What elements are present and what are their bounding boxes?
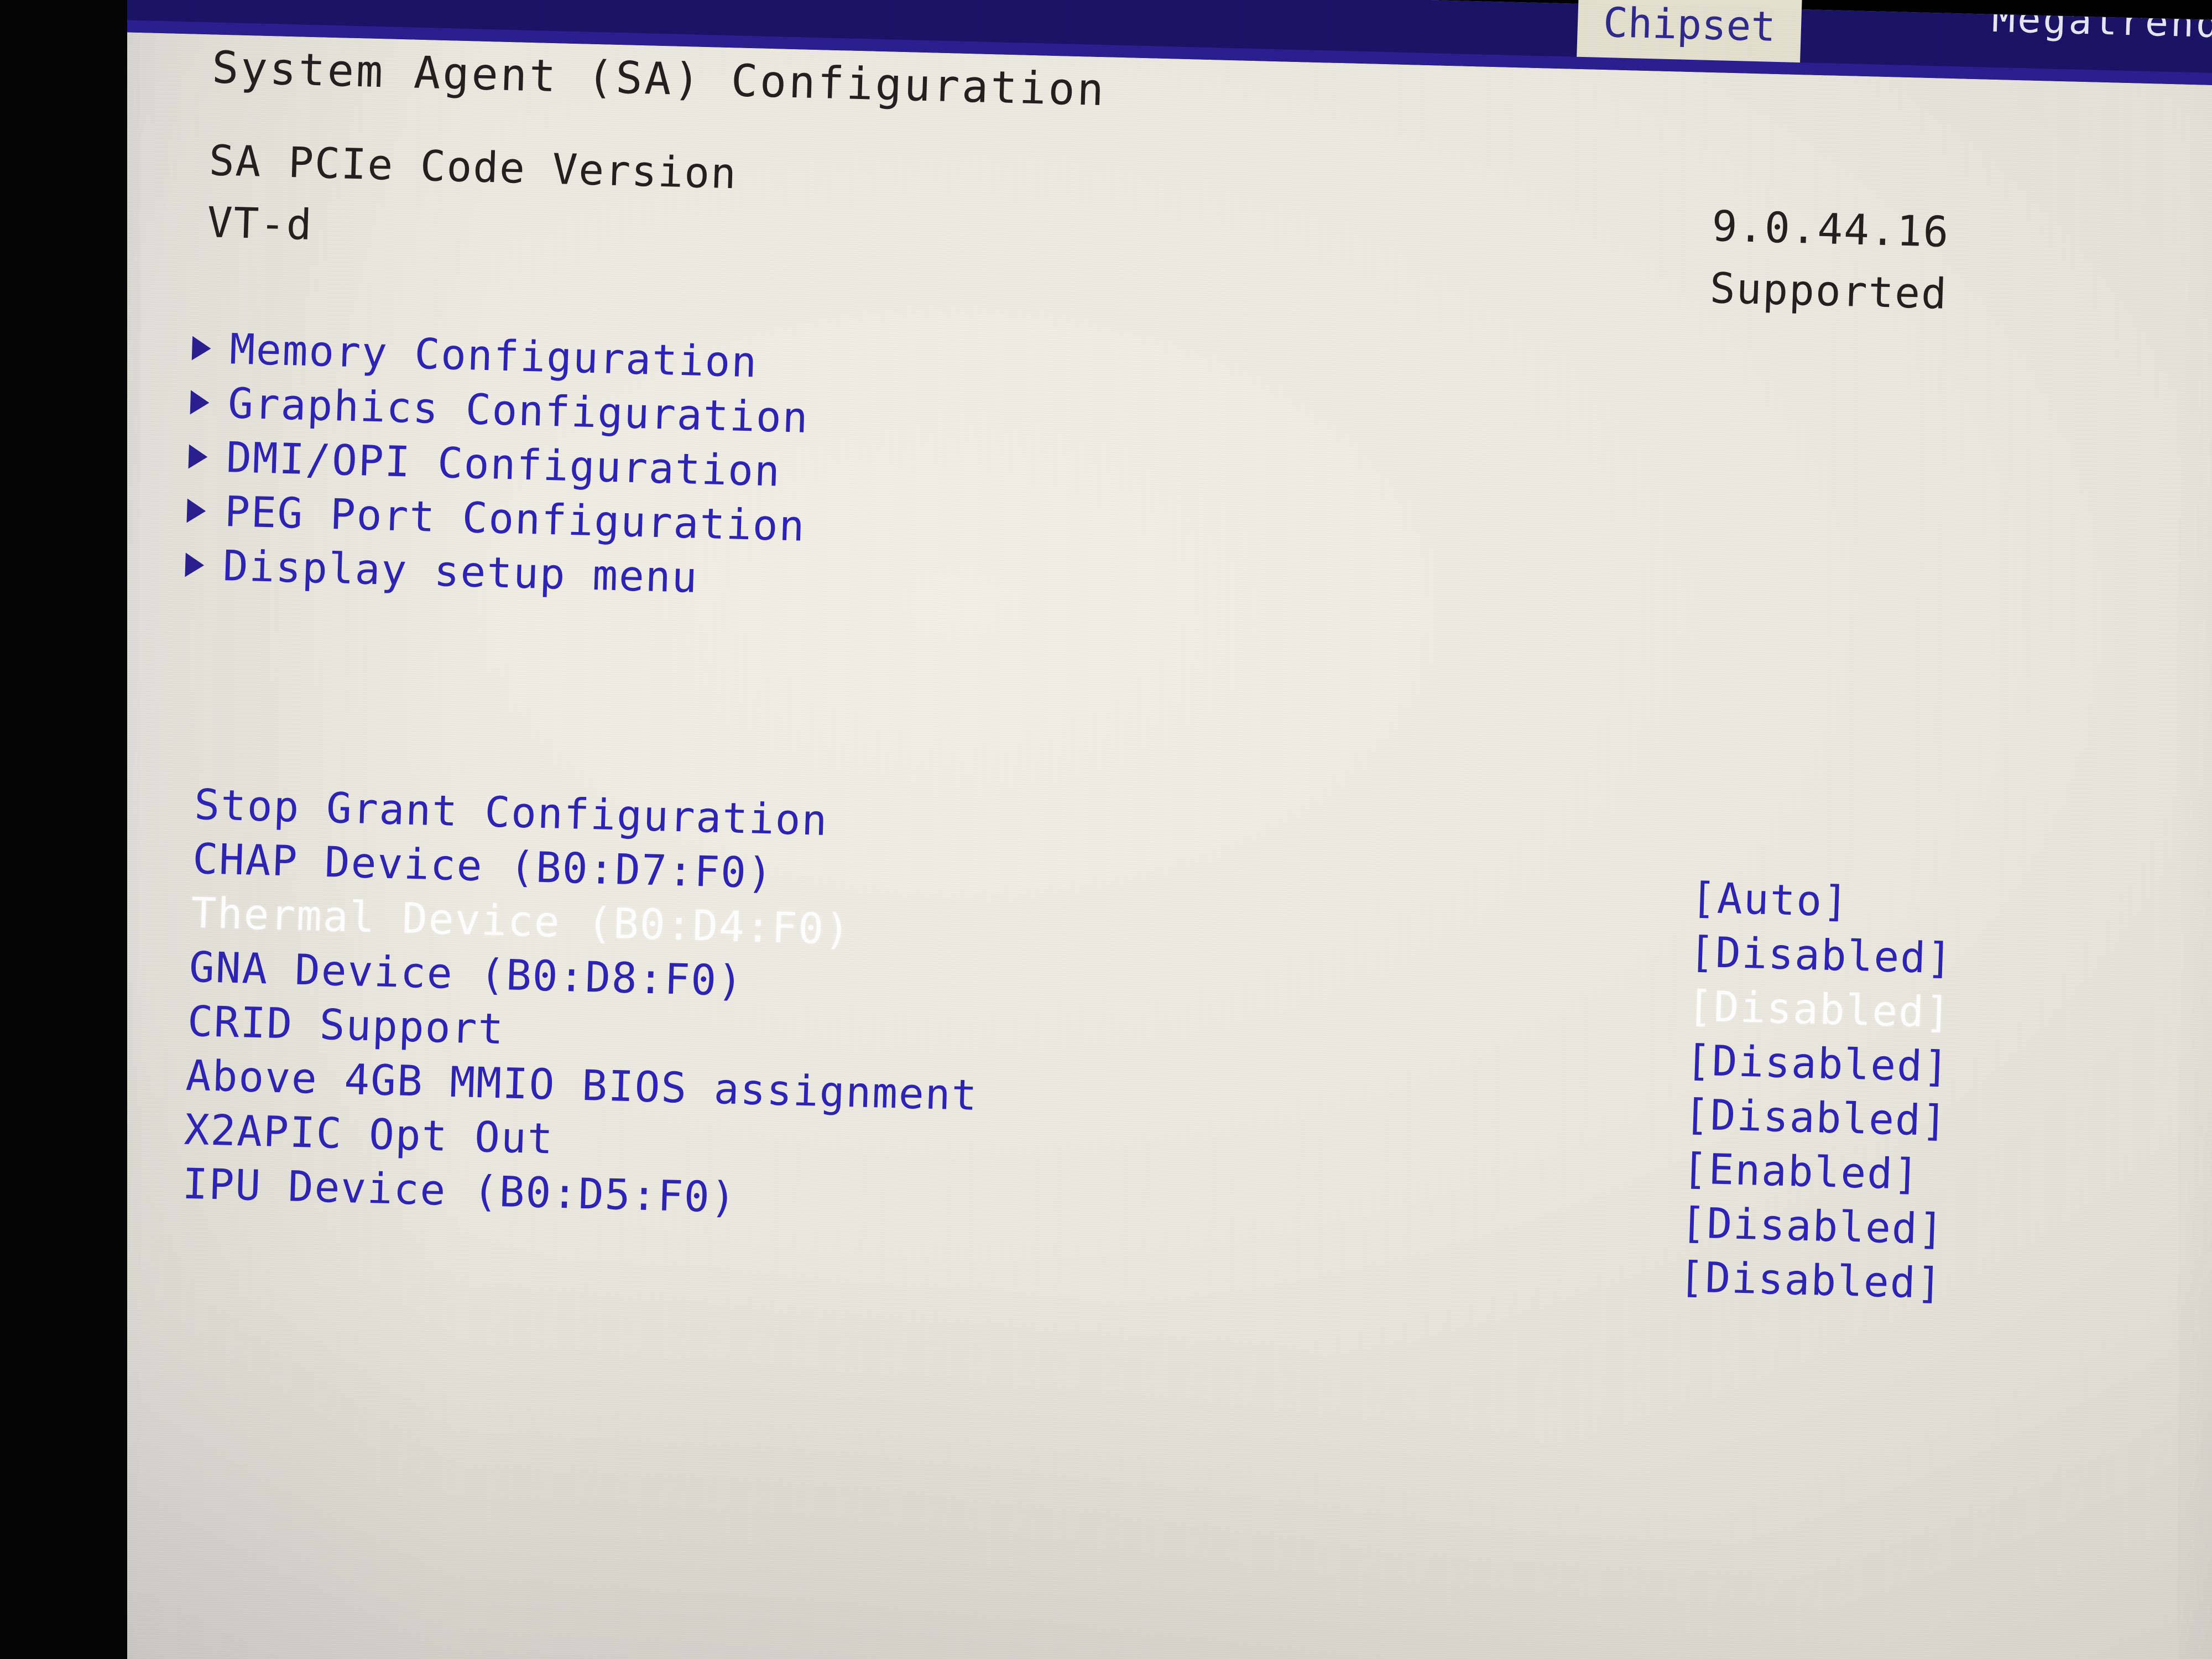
setting-label-6[interactable]: Above 4GB MMIO BIOS assignment	[185, 1051, 979, 1120]
setting-value-7[interactable]: [Disabled]	[1680, 1198, 1945, 1254]
submenu-arrow-icon	[190, 390, 210, 415]
info-row-value: Supported	[1709, 263, 1949, 319]
vendor-brand-text: Megatrends	[1991, 0, 2212, 48]
setting-value-6[interactable]: [Enabled]	[1682, 1144, 1921, 1199]
submenu-item-4[interactable]: PEG Port Configuration	[186, 487, 806, 551]
submenu-item-label: Display setup menu	[222, 541, 699, 602]
submenu-arrow-icon	[185, 552, 205, 578]
setting-value-8[interactable]: [Disabled]	[1678, 1252, 1944, 1308]
page-title: System Agent (SA) Configuration	[211, 41, 1107, 116]
submenu-arrow-icon	[186, 498, 206, 524]
setting-label-1[interactable]: Stop Grant Configuration	[194, 780, 829, 845]
setting-label-3[interactable]: Thermal Device (B0:D4:F0)	[190, 888, 852, 954]
submenu-item-label: Graphics Configuration	[227, 378, 810, 442]
submenu-item-3[interactable]: DMI/OPI Configuration	[188, 432, 782, 496]
submenu-item-5[interactable]: Display setup menu	[185, 541, 699, 602]
setup-panel: System Agent (SA) Configuration SA PCIe C…	[64, 19, 2212, 1659]
setting-label-2[interactable]: CHAP Device (B0:D7:F0)	[192, 834, 774, 898]
submenu-item-label: Memory Configuration	[228, 324, 759, 387]
submenu-arrow-icon	[191, 336, 212, 361]
setting-label-8[interactable]: IPU Device (B0:D5:F0)	[182, 1159, 738, 1222]
setting-label-7[interactable]: X2APIC Opt Out	[184, 1105, 555, 1164]
submenu-arrow-icon	[188, 444, 208, 469]
setting-value-1[interactable]: [Auto]	[1690, 873, 1850, 926]
setting-label-5[interactable]: CRID Support	[187, 997, 505, 1053]
submenu-item-1[interactable]: Memory Configuration	[191, 324, 759, 387]
bezel-left-dark	[0, 0, 127, 1659]
submenu-item-label: PEG Port Configuration	[223, 487, 806, 551]
screenshot-root: Megatrends Chipset System Agent (SA) Con…	[0, 0, 2212, 1659]
info-row-label: VT-d	[206, 197, 314, 249]
setting-value-4[interactable]: [Disabled]	[1685, 1035, 1950, 1091]
submenu-item-2[interactable]: Graphics Configuration	[190, 378, 810, 442]
submenu-item-label: DMI/OPI Configuration	[225, 432, 782, 496]
info-row-label: SA PCIe Code Version	[208, 135, 738, 199]
setting-value-2[interactable]: [Disabled]	[1688, 927, 1954, 983]
setting-value-5[interactable]: [Disabled]	[1683, 1089, 1949, 1145]
panel-content: System Agent (SA) Configuration SA PCIe C…	[71, 27, 2212, 1659]
monitor-screen: Megatrends Chipset System Agent (SA) Con…	[64, 0, 2212, 1659]
setting-label-4[interactable]: GNA Device (B0:D8:F0)	[189, 942, 744, 1005]
setting-value-3[interactable]: [Disabled]	[1687, 981, 1952, 1037]
tab-chipset[interactable]: Chipset	[1577, 0, 1802, 64]
info-row-value: 9.0.44.16	[1711, 201, 1950, 257]
